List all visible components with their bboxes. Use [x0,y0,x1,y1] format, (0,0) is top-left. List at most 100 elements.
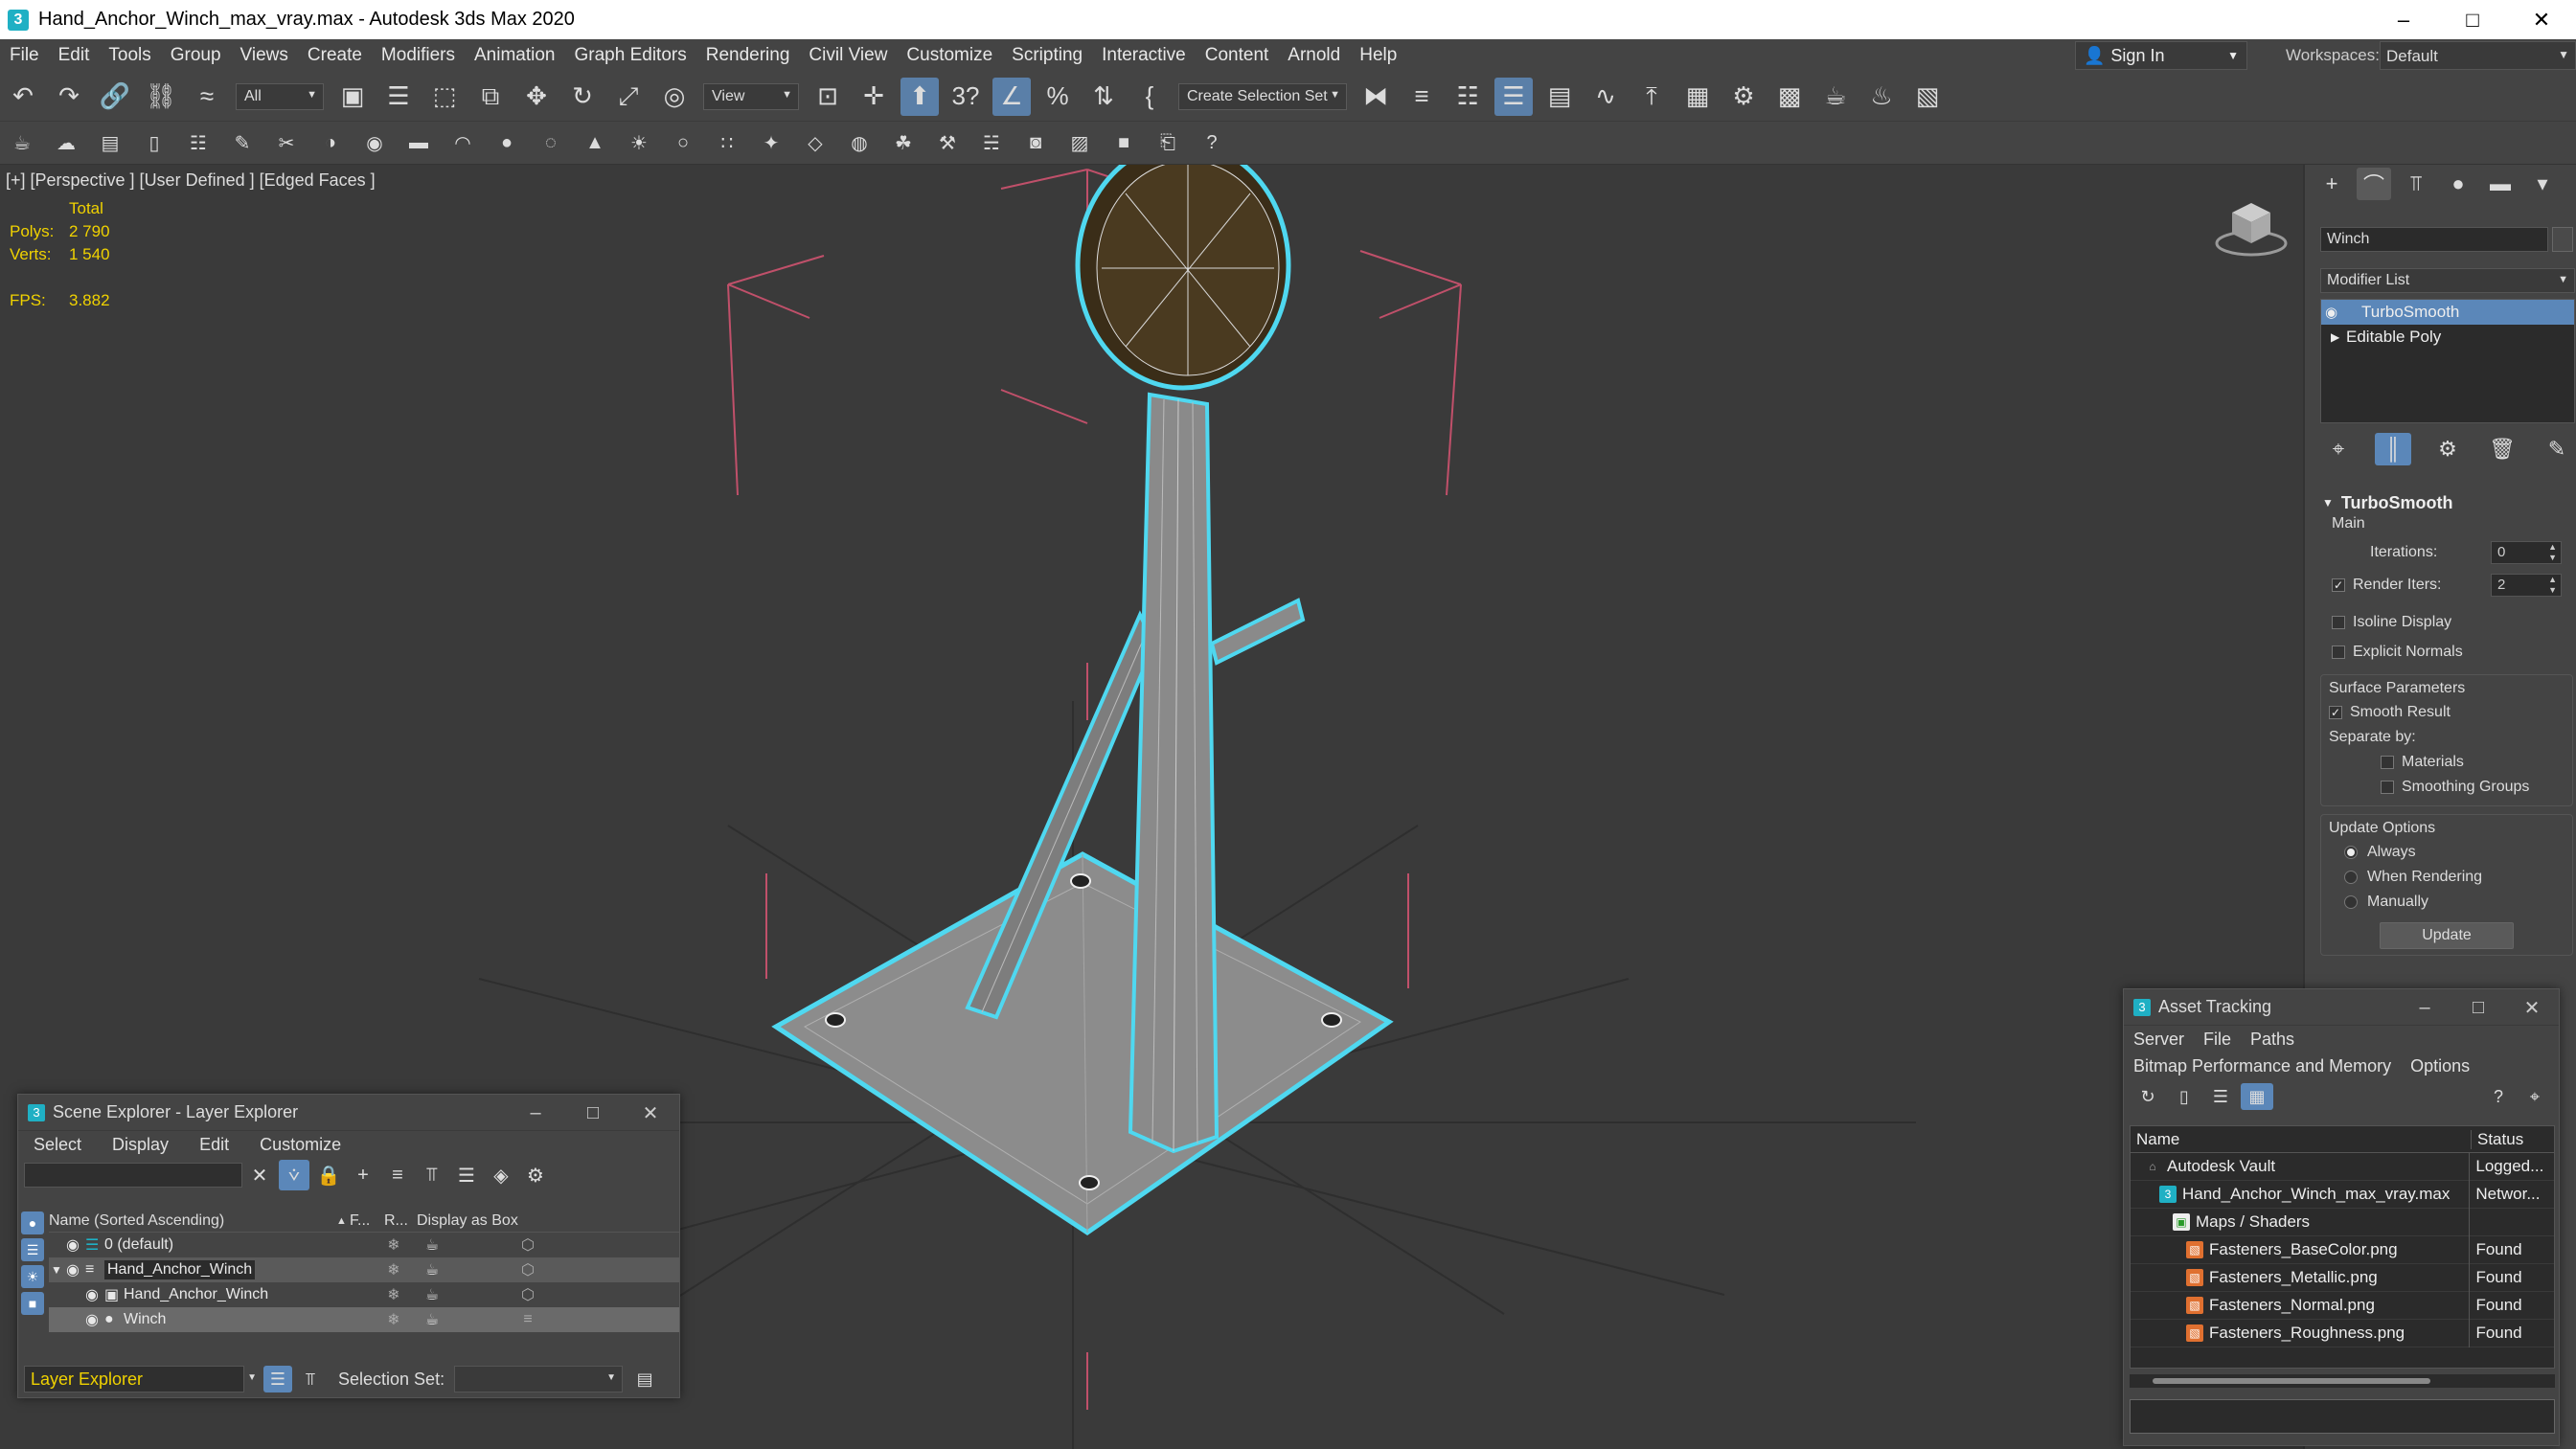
ribbon-icon[interactable]: ▤ [1540,78,1579,116]
horizontal-scrollbar[interactable] [2130,1374,2555,1388]
asset-row[interactable]: ▧ Fasteners_Roughness.png Found [2131,1319,2554,1347]
refresh-icon[interactable]: ↻ [2131,1083,2164,1110]
keyboard-shortcut-override-icon[interactable]: ⬆ [900,77,939,116]
layers-toggle-icon[interactable]: ☰ [263,1366,292,1392]
film-icon[interactable]: ◉ [358,127,391,160]
smooth-result-option[interactable]: ✓ Smooth Result [2321,700,2572,725]
dome-icon[interactable]: ◠ [446,127,479,160]
scene-explorer-titlebar[interactable]: 3 Scene Explorer - Layer Explorer – □ ✕ [18,1095,679,1131]
update-when-rendering-option[interactable]: When Rendering [2321,865,2572,890]
align-icon[interactable]: ≡ [1402,78,1441,116]
edit-named-selection-icon[interactable]: { [1130,78,1169,116]
list-icon[interactable]: ☷ [182,127,215,160]
freeze-icon[interactable]: ❄ [375,1285,413,1304]
document-icon[interactable]: ▯ [2168,1083,2200,1110]
eye-icon[interactable]: ◉ [2325,304,2348,321]
render-sphere-icon[interactable]: ◙ [1019,127,1052,160]
globe-icon[interactable]: ◍ [843,127,876,160]
teapot-icon[interactable]: ☕ [413,1285,451,1304]
cone-icon[interactable]: ▲ [579,127,611,160]
menu-customize[interactable]: Customize [897,45,1002,66]
scene-explorer-icon[interactable]: ☷ [1448,78,1487,116]
hierarchy-toggle-icon[interactable]: ⫪ [296,1370,325,1390]
asset-row[interactable]: 3 Hand_Anchor_Winch_max_vray.max Networ..… [2131,1180,2554,1209]
selection-filter-select[interactable]: All ▼ [236,82,324,110]
menu-rendering[interactable]: Rendering [696,45,800,66]
menu-create[interactable]: Create [298,45,372,66]
iterations-spinner[interactable]: 0 ▲ ▼ [2491,541,2562,564]
minimize-button[interactable]: – [507,1095,564,1131]
mesh-icon[interactable]: ◇ [799,127,832,160]
material-editor-icon[interactable]: ▦ [1678,78,1717,116]
render-iters-spinner[interactable]: 2 ▲ ▼ [2491,574,2562,597]
menu-tools[interactable]: Tools [99,45,160,66]
column-header-name[interactable]: Name [2131,1129,2472,1149]
column-header-name[interactable]: Name (Sorted Ascending) [49,1212,336,1230]
table-view-icon[interactable]: ▦ [2241,1083,2273,1110]
camera-icon[interactable]: ■ [1107,127,1140,160]
menu-help[interactable]: Help [1350,45,1406,66]
delete-modifier-icon[interactable]: 🗑 [2484,433,2520,465]
select-manipulate-icon[interactable]: ✛ [855,78,893,116]
explorer-menu-customize[interactable]: Customize [244,1135,356,1155]
menu-interactive[interactable]: Interactive [1092,45,1196,66]
paint-icon[interactable]: ✎ [226,127,259,160]
box-icon[interactable]: ⬡ [451,1285,604,1304]
tools-icon[interactable]: ⚒ [931,127,964,160]
expand-triangle-icon[interactable]: ▶ [2325,330,2346,344]
object-name-field[interactable]: Winch [2320,227,2548,252]
menu-content[interactable]: Content [1196,45,1279,66]
column-header-status[interactable]: Status [2472,1130,2523,1149]
table-row[interactable]: ◉ ☰ 0 (default) ❄ ☕ ⬡ [49,1233,679,1257]
maximize-button[interactable]: □ [564,1095,622,1131]
table-row[interactable]: ◉ ● Winch ❄ ☕ ≡ [49,1307,679,1332]
smooth-result-checkbox[interactable]: ✓ [2329,706,2342,719]
material-sphere-icon[interactable]: ○ [667,127,699,160]
create-tab-icon[interactable]: + [2314,168,2349,200]
configure-sets-icon[interactable]: ✎ [2539,433,2575,465]
torus-icon[interactable]: ◌ [535,127,567,160]
asset-menu-paths[interactable]: Paths [2241,1030,2304,1050]
manually-radio[interactable] [2344,895,2358,909]
select-by-name-icon[interactable]: ☰ [379,78,418,116]
asset-menu-options[interactable]: Options [2401,1056,2479,1076]
export-icon[interactable]: ⎗ [1151,127,1184,160]
explorer-menu-display[interactable]: Display [97,1135,184,1155]
asset-row[interactable]: ⌂ Autodesk Vault Logged... [2131,1152,2554,1181]
save-icon[interactable]: ▤ [94,127,126,160]
table-row[interactable]: ◉ ▣ Hand_Anchor_Winch ❄ ☕ ⬡ [49,1282,679,1307]
menu-edit[interactable]: Edit [49,45,100,66]
box-primitive-icon[interactable]: ▬ [402,127,435,160]
menu-graph-editors[interactable]: Graph Editors [565,45,696,66]
close-button[interactable]: ✕ [2507,0,2576,39]
spinner-snap-icon[interactable]: ⇅ [1084,78,1123,116]
rectangular-selection-icon[interactable]: ⬚ [425,78,464,116]
update-manually-option[interactable]: Manually [2321,890,2572,915]
utilities-tab-icon[interactable]: ▾ [2525,168,2560,200]
layers-icon[interactable]: ☰ [451,1160,482,1190]
close-button[interactable]: ✕ [622,1095,679,1131]
asset-menu-bitmap-performance-and-memory[interactable]: Bitmap Performance and Memory [2124,1056,2401,1076]
maximize-button[interactable]: □ [2438,0,2507,39]
bind-to-space-warp-icon[interactable]: ≈ [188,78,226,116]
menu-scripting[interactable]: Scripting [1002,45,1092,66]
rollout-header[interactable]: ▼ TurboSmooth [2318,490,2573,515]
freeze-icon[interactable]: ❄ [375,1310,413,1329]
viewcube-icon[interactable] [2213,193,2290,260]
unlink-icon[interactable]: ⛓ [142,78,180,116]
asset-row[interactable]: ▧ Fasteners_Metallic.png Found [2131,1263,2554,1292]
cloud-icon[interactable]: ☁ [50,127,82,160]
render-iters-checkbox[interactable]: ✓ [2332,578,2345,592]
help-icon[interactable]: ? [2482,1083,2515,1110]
highlight-icon[interactable]: ◈ [486,1160,516,1190]
hierarchy-icon[interactable]: ⫪ [417,1160,447,1190]
window-crossing-icon[interactable]: ⧉ [471,78,510,116]
motion-tab-icon[interactable]: ● [2441,168,2475,200]
menu-civil-view[interactable]: Civil View [799,45,897,66]
render-iterative-icon[interactable]: ♨ [1862,78,1901,116]
eye-icon[interactable]: ◉ [85,1310,104,1329]
box-icon[interactable]: ⬡ [451,1260,604,1279]
edit-selection-set-icon[interactable]: ▤ [630,1370,659,1390]
asset-tracking-titlebar[interactable]: 3 Asset Tracking – □ ✕ [2124,989,2559,1026]
always-radio[interactable] [2344,846,2358,859]
